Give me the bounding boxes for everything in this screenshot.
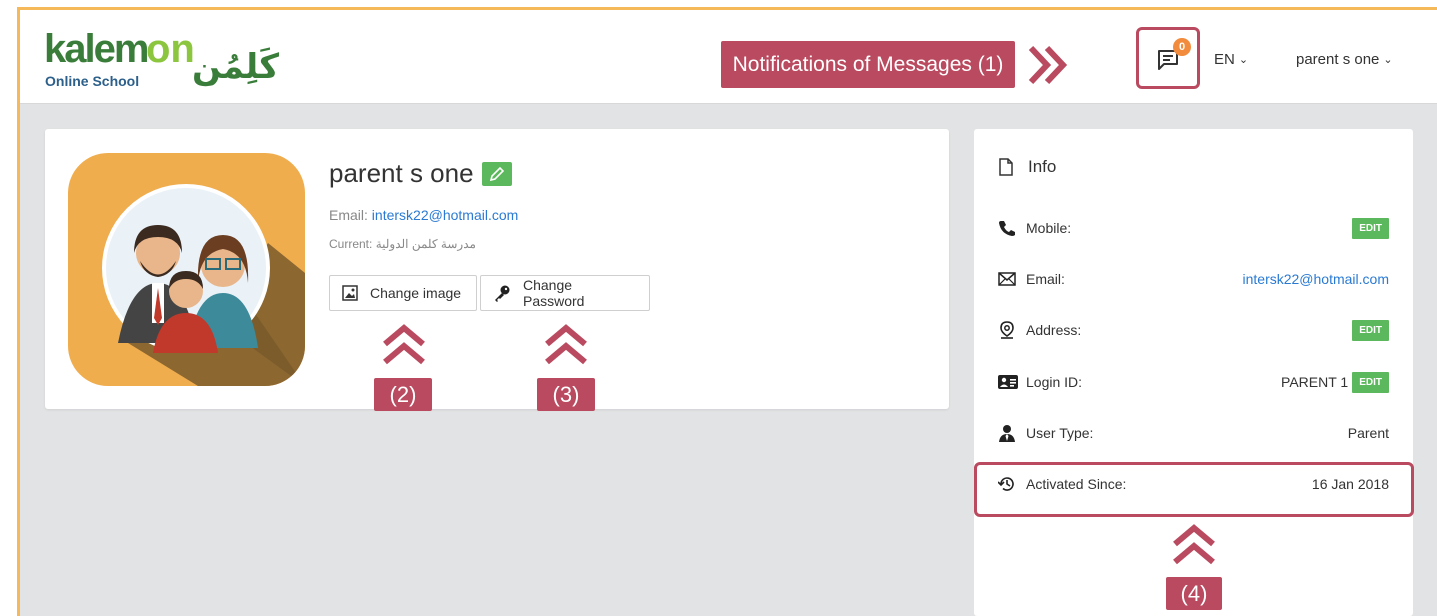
user-menu[interactable]: parent s one ⌄ xyxy=(1296,51,1393,68)
image-icon xyxy=(342,285,358,301)
notification-count-badge: 0 xyxy=(1173,38,1191,56)
profile-avatar xyxy=(68,153,305,386)
info-title-text: Info xyxy=(1028,157,1057,176)
edit-name-button[interactable] xyxy=(481,161,512,186)
info-value: Parent xyxy=(1347,425,1389,441)
callout-notifications: Notifications of Messages (1) xyxy=(721,41,1015,88)
info-title: Info xyxy=(998,157,1056,177)
id-card-icon xyxy=(998,375,1022,389)
pencil-icon xyxy=(489,166,504,181)
language-label: EN xyxy=(1214,51,1235,68)
chevron-down-icon: ⌄ xyxy=(1238,54,1249,66)
location-pin-icon xyxy=(998,321,1022,339)
edit-address-button[interactable]: EDIT xyxy=(1352,319,1389,341)
change-password-button[interactable]: Change Password xyxy=(480,275,650,311)
user-menu-name: parent s one xyxy=(1296,51,1380,68)
double-chevron-up-icon xyxy=(381,322,427,366)
info-row-login-id: Login ID: PARENT 1 EDIT xyxy=(998,367,1389,397)
svg-text:kalem: kalem xyxy=(44,27,148,71)
activated-since-highlight xyxy=(974,462,1414,517)
double-chevron-up-icon xyxy=(1171,522,1217,566)
change-password-label: Change Password xyxy=(523,277,585,309)
info-row-user-type: User Type: Parent xyxy=(998,418,1389,448)
info-row-email: Email: intersk22@hotmail.com xyxy=(998,264,1389,294)
profile-email-line: Email: intersk22@hotmail.com xyxy=(329,207,518,223)
change-image-button[interactable]: Change image xyxy=(329,275,477,311)
svg-text:كَلِمُن: كَلِمُن xyxy=(192,47,279,87)
info-row-address: Address: EDIT xyxy=(998,315,1389,345)
info-label: User Type: xyxy=(1026,425,1094,441)
callout-activated-since: (4) xyxy=(1166,577,1222,610)
profile-email-label: Email: xyxy=(329,207,368,223)
profile-name: parent s one xyxy=(329,158,474,188)
profile-card: parent s one Email: intersk22@hotmail.co… xyxy=(45,129,949,409)
user-tie-icon xyxy=(998,424,1022,442)
svg-text:Online School: Online School xyxy=(45,73,139,89)
phone-icon xyxy=(998,219,1022,237)
callout-change-image: (2) xyxy=(374,378,432,411)
profile-current-school: Current: مدرسة كلمن الدولية xyxy=(329,237,476,251)
callout-change-password: (3) xyxy=(537,378,595,411)
edit-login-id-button[interactable]: EDIT xyxy=(1352,371,1389,393)
document-icon xyxy=(998,158,1014,176)
svg-text:on: on xyxy=(146,27,195,71)
info-value: PARENT 1 xyxy=(1281,374,1349,390)
info-email-link[interactable]: intersk22@hotmail.com xyxy=(1243,271,1390,287)
chevron-down-icon: ⌄ xyxy=(1383,54,1393,66)
notifications-button[interactable]: 0 xyxy=(1136,27,1200,89)
language-selector[interactable]: EN ⌄ xyxy=(1214,51,1248,68)
profile-email-link[interactable]: intersk22@hotmail.com xyxy=(372,207,519,223)
info-label: Email: xyxy=(1026,271,1065,287)
double-chevron-up-icon xyxy=(543,322,589,366)
kalemon-logo[interactable]: kalem on Online School كَلِمُن xyxy=(42,22,282,102)
info-label: Mobile: xyxy=(1026,220,1072,236)
edit-mobile-button[interactable]: EDIT xyxy=(1352,217,1389,239)
info-label: Login ID: xyxy=(1026,374,1083,390)
double-chevron-right-icon xyxy=(1027,44,1071,86)
envelope-icon xyxy=(998,272,1022,286)
info-label: Address: xyxy=(1026,322,1082,338)
profile-name-row: parent s one xyxy=(329,158,512,189)
info-row-mobile: Mobile: EDIT xyxy=(998,213,1389,243)
key-icon xyxy=(493,284,511,302)
change-image-label: Change image xyxy=(370,285,462,301)
